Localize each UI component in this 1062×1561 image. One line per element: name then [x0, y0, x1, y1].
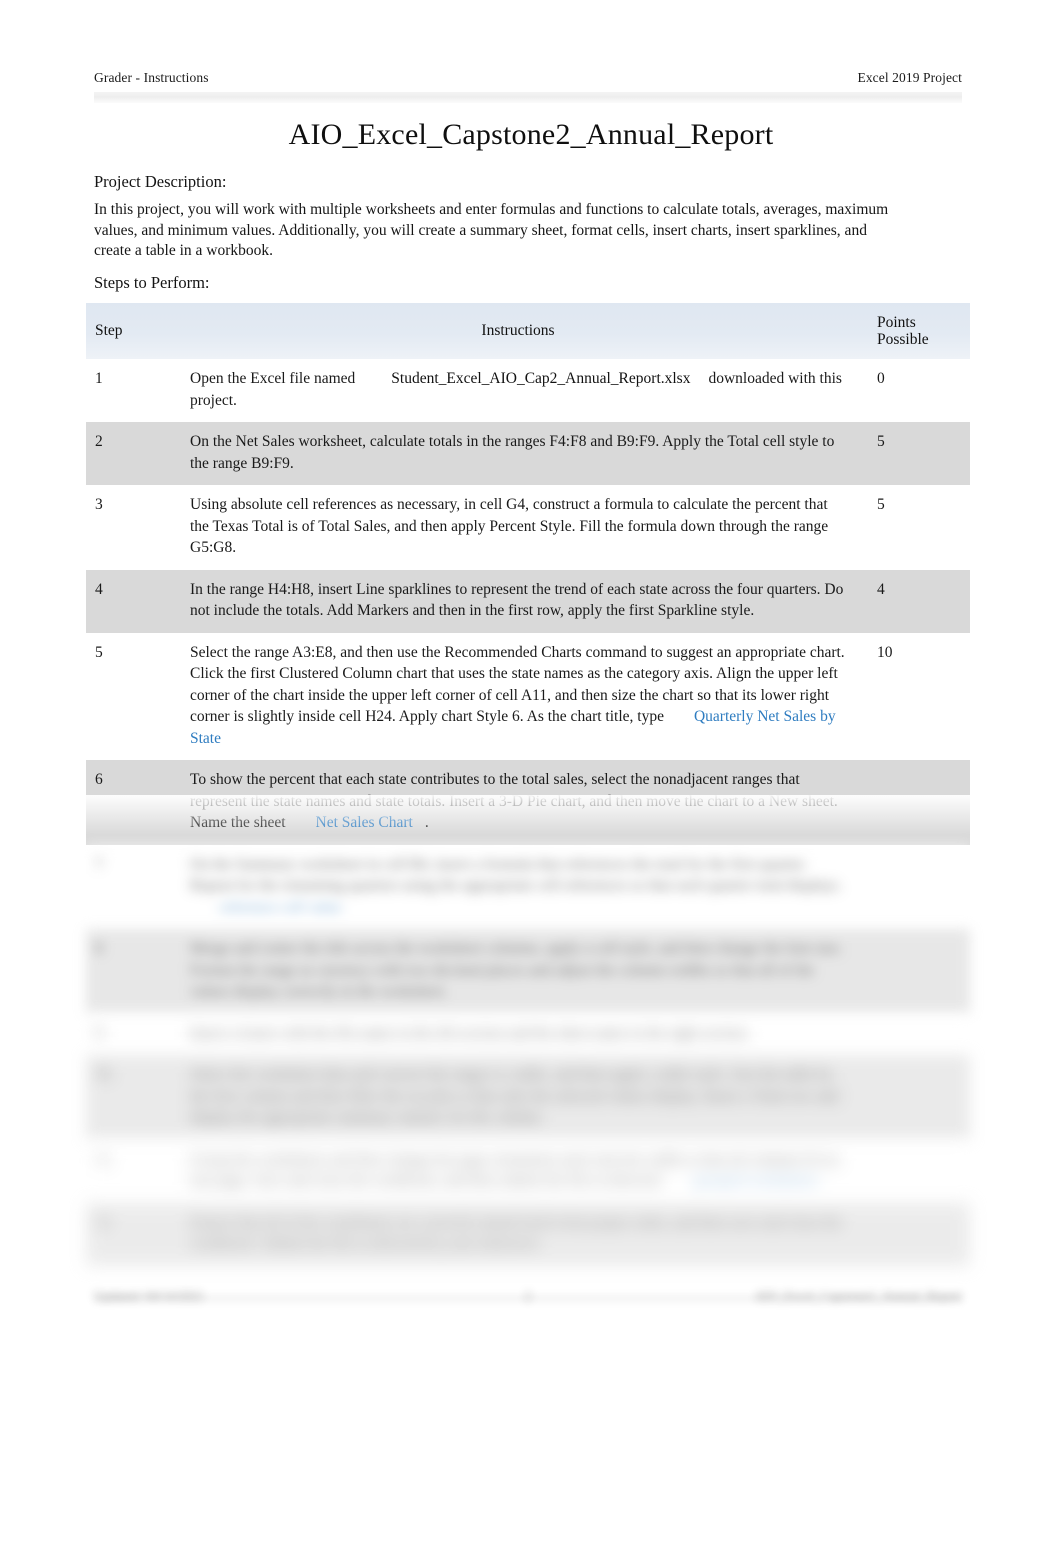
table-row: 7 On the Summary worksheet in cell B4, in… [86, 844, 970, 929]
step-instruction: Select the range A3:E8, and then use the… [190, 642, 860, 750]
header-rule [94, 92, 962, 103]
step-instruction: On the Summary worksheet in cell B4, ins… [190, 854, 860, 919]
step-number: 11 [95, 1150, 110, 1168]
table-row: 11 Group the worksheets and then change t… [86, 1139, 970, 1203]
step-instruction: Group the worksheets and then change the… [190, 1149, 860, 1192]
instruction-text: Ensure that all of the worksheets are co… [190, 1213, 842, 1253]
table-row: 9 Insert a footer with the file name in t… [86, 1013, 970, 1055]
highlighted-value: Net Sales Chart [315, 814, 413, 831]
step-number: 7 [95, 855, 103, 873]
document-page: Grader - Instructions Excel 2019 Project… [0, 0, 1062, 1561]
page-title: AIO_Excel_Capstone2_Annual_Report [288, 118, 774, 151]
instruction-text-tail: . [424, 814, 429, 831]
instruction-text: Open the Excel file named [190, 370, 356, 387]
table-row: 3 Using absolute cell references as neces… [86, 485, 970, 570]
step-number: 8 [95, 940, 103, 957]
step-instruction: Select the worksheet data and convert th… [190, 1064, 860, 1129]
step-number: 9 [95, 1024, 103, 1042]
instruction-text: On the Summary worksheet in cell B4, ins… [190, 855, 842, 895]
table-row: 10 Select the worksheet data and convert … [86, 1055, 970, 1140]
step-number: 3 [95, 496, 103, 513]
points-possible-value: 0 [877, 370, 885, 387]
instruction-text: On the Net Sales worksheet, calculate to… [190, 433, 835, 472]
column-header-step: Step [95, 322, 123, 339]
step-number: 2 [95, 433, 103, 450]
table-row: 1 Open the Excel file named Student_Excel_… [86, 359, 970, 422]
instruction-text: Merge and center the title across the wo… [190, 940, 843, 1000]
instruction-text: In the range H4:H8, insert Line sparklin… [190, 580, 844, 620]
step-number: 10 [95, 1066, 111, 1083]
step-instruction: On the Net Sales worksheet, calculate to… [190, 431, 860, 474]
table-row: 8 Merge and center the title across the w… [86, 929, 970, 1014]
instruction-text: Insert a footer with the file name in th… [190, 1024, 750, 1042]
table-row: 5 Select the range A3:E8, and then use th… [86, 632, 970, 760]
step-instruction: In the range H4:H8, insert Line sparklin… [190, 579, 860, 622]
running-footer: Updated: 04/14/2021 2 AIO_Excel_Capstone… [94, 1288, 962, 1304]
project-description-label: Project Description: [94, 172, 227, 191]
step-number: 4 [95, 580, 103, 598]
table-row: 2 On the Net Sales worksheet, calculate t… [86, 422, 970, 485]
highlighted-value: grouped worksheets [693, 1172, 818, 1189]
step-instruction: Open the Excel file named Student_Excel_A… [190, 368, 860, 411]
points-possible-value: 5 [877, 433, 885, 450]
step-number: 5 [95, 643, 103, 661]
project-description-body: In this project, you will work with mult… [94, 201, 889, 259]
column-header-points: Points Possible [860, 314, 970, 349]
file-name-value: Student_Excel_AIO_Cap2_Annual_Report.xls… [391, 370, 691, 387]
step-number: 6 [95, 771, 103, 788]
header-left-text: Grader - Instructions [94, 70, 209, 85]
highlighted-value: reference cell value [220, 898, 342, 916]
table-header-row: Step Instructions Points Possible [86, 303, 970, 359]
column-header-points-line1: Points [877, 313, 916, 331]
column-header-instructions: Instructions [481, 322, 555, 339]
points-possible-value: 5 [877, 496, 885, 513]
step-number: 12 [95, 1213, 111, 1231]
table-row: 12 Ensure that all of the worksheets are … [86, 1202, 970, 1266]
header-right-text: Excel 2019 Project [857, 70, 962, 85]
step-instruction: Insert a footer with the file name in th… [190, 1023, 860, 1045]
steps-to-perform-label: Steps to Perform: [94, 273, 210, 292]
points-possible-value: 4 [877, 580, 885, 598]
running-header: Grader - Instructions Excel 2019 Project [94, 70, 962, 86]
table-row: 6 To show the percent that each state con… [86, 760, 970, 845]
step-instruction: Using absolute cell references as necess… [190, 494, 860, 559]
instruction-text: Select the worksheet data and convert th… [190, 1066, 839, 1126]
points-possible-value: 10 [877, 643, 893, 661]
step-instruction: Ensure that all of the worksheets are co… [190, 1212, 860, 1255]
instruction-text: To show the percent that each state cont… [190, 771, 838, 831]
step-number: 1 [95, 370, 103, 387]
step-instruction: Merge and center the title across the wo… [190, 938, 860, 1003]
steps-table: Step Instructions Points Possible 1 Open … [86, 303, 970, 1266]
column-header-points-line2: Possible [877, 331, 929, 348]
table-body: 1 Open the Excel file named Student_Excel_… [86, 359, 970, 1266]
table-row: 4 In the range H4:H8, insert Line sparkli… [86, 569, 970, 633]
footer-page-number: 2 [524, 1288, 532, 1303]
step-instruction: To show the percent that each state cont… [190, 769, 860, 834]
instruction-text: Using absolute cell references as necess… [190, 496, 829, 556]
